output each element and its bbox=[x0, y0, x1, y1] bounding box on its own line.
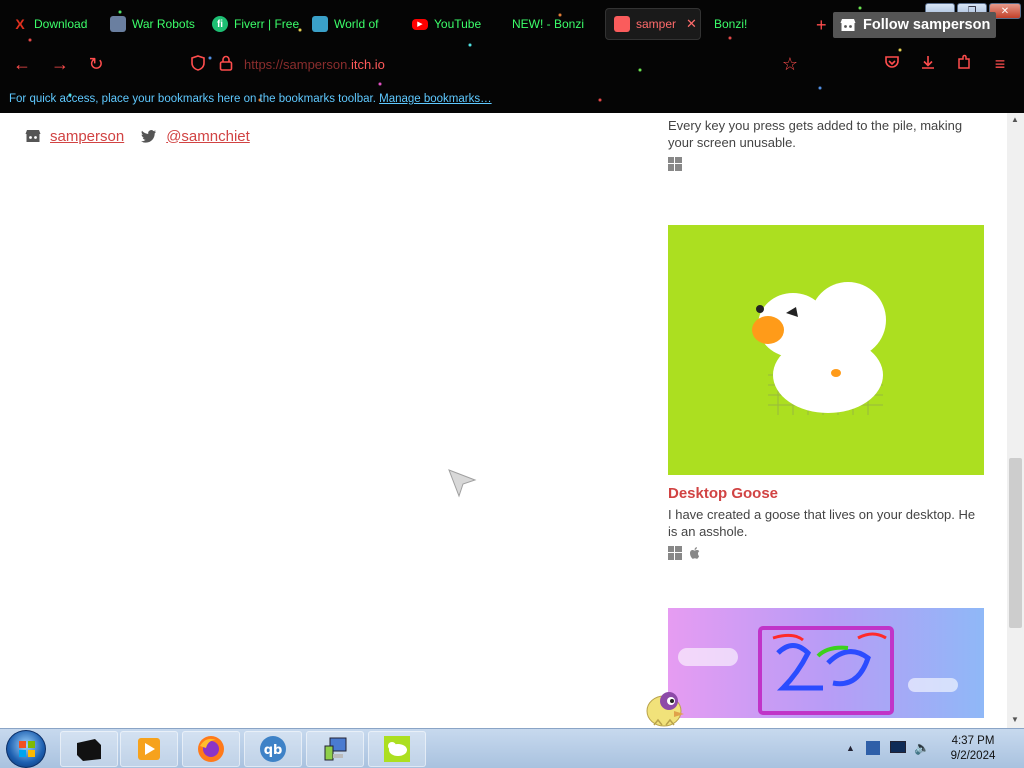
clock-time: 4:37 PM bbox=[951, 735, 995, 747]
tab-youtube[interactable]: ▶ YouTube bbox=[404, 8, 500, 40]
tab-download[interactable]: X Download bbox=[4, 8, 100, 40]
download-icon[interactable] bbox=[918, 54, 938, 74]
itch-profile-link[interactable]: samperson bbox=[24, 127, 124, 145]
display-icon[interactable] bbox=[890, 741, 906, 753]
star-icon[interactable]: ☆ bbox=[780, 54, 800, 74]
scroll-thumb[interactable] bbox=[1009, 458, 1022, 628]
windows-taskbar: qb ▲ 🔈 4:37 PM 9/2/2024 bbox=[0, 728, 1024, 768]
url-domain: itch.io bbox=[350, 57, 385, 72]
x-icon: X bbox=[15, 16, 25, 32]
game-card-desktop-goose[interactable]: Desktop Goose I have created a goose tha… bbox=[668, 225, 986, 560]
tab-samperson[interactable]: samper ✕ bbox=[605, 8, 701, 40]
tab-label: Download bbox=[34, 17, 88, 31]
lock-icon[interactable] bbox=[216, 54, 236, 74]
tab-label: War Robots bbox=[132, 17, 195, 31]
firefox-icon bbox=[198, 736, 224, 762]
author-links: samperson @samnchiet bbox=[24, 127, 266, 145]
cursor-arrow-icon bbox=[448, 469, 477, 498]
url-bar[interactable]: https://samperson.itch.io bbox=[244, 57, 385, 72]
game-list: Every key you press gets added to the pi… bbox=[668, 113, 986, 718]
media-player-icon bbox=[138, 738, 160, 760]
youtube-icon: ▶ bbox=[412, 18, 428, 30]
itchio-icon bbox=[614, 16, 630, 32]
bookmarks-hint: For quick access, place your bookmarks h… bbox=[9, 93, 376, 105]
tab-label: Fiverr | Free bbox=[234, 17, 300, 31]
url-prefix: https://samperson. bbox=[244, 57, 351, 72]
show-hidden-icons-icon[interactable]: ▲ bbox=[846, 743, 855, 753]
game-card-next[interactable] bbox=[668, 608, 986, 718]
taskbar-firefox[interactable] bbox=[182, 731, 240, 767]
taskbar-qbittorrent[interactable]: qb bbox=[244, 731, 302, 767]
game-cover-image[interactable] bbox=[668, 608, 984, 718]
desktop-goose-cover-image[interactable] bbox=[668, 225, 984, 475]
bookmarks-toolbar: For quick access, place your bookmarks h… bbox=[0, 88, 1024, 110]
twitter-handle[interactable]: @samnchiet bbox=[166, 128, 250, 145]
tab-world-of[interactable]: World of bbox=[304, 8, 400, 40]
volume-icon[interactable]: 🔈 bbox=[914, 740, 930, 756]
game-description: I have created a goose that lives on you… bbox=[668, 507, 976, 539]
forward-arrow-icon[interactable]: → bbox=[50, 54, 70, 74]
clock-date: 9/2/2024 bbox=[950, 750, 996, 762]
world-of-icon bbox=[312, 16, 328, 32]
tab-new-bonzi[interactable]: NEW! - Bonzi bbox=[504, 8, 600, 40]
manage-bookmarks-link[interactable]: Manage bookmarks… bbox=[379, 93, 492, 105]
svg-text:qb: qb bbox=[264, 743, 283, 758]
tab-label: Bonzi! bbox=[714, 17, 748, 31]
desktop-goose-icon bbox=[384, 736, 410, 762]
taskbar-terminal[interactable] bbox=[60, 731, 118, 767]
terminal-icon bbox=[77, 739, 101, 761]
twitter-bird-icon bbox=[141, 130, 157, 143]
system-clock[interactable]: 4:37 PM 9/2/2024 bbox=[934, 734, 1012, 764]
tab-strip: X Download War Robots fi Fiverr | Free W… bbox=[0, 4, 900, 40]
twitter-link[interactable]: @samnchiet bbox=[140, 127, 250, 145]
back-arrow-icon[interactable]: ← bbox=[12, 54, 32, 74]
hamburger-menu-icon[interactable]: ≡ bbox=[990, 54, 1010, 74]
tab-war-robots[interactable]: War Robots bbox=[102, 8, 202, 40]
game-card-key-pile[interactable]: Every key you press gets added to the pi… bbox=[668, 117, 986, 171]
extensions-icon[interactable] bbox=[954, 54, 974, 74]
network-icon[interactable] bbox=[866, 741, 880, 755]
tab-label: World of bbox=[334, 17, 379, 31]
taskbar-media-player[interactable] bbox=[120, 731, 178, 767]
tab-label: samper bbox=[636, 17, 677, 31]
game-title[interactable]: Desktop Goose bbox=[668, 485, 986, 502]
close-tab-icon[interactable]: ✕ bbox=[686, 16, 697, 32]
itch-profile-name[interactable]: samperson bbox=[50, 128, 124, 145]
page-content: samperson @samnchiet Every key you press… bbox=[0, 113, 1007, 728]
desktop-pet-character[interactable] bbox=[644, 687, 688, 728]
game-description: Every key you press gets added to the pi… bbox=[668, 118, 963, 150]
qbittorrent-icon: qb bbox=[260, 736, 286, 762]
navigation-toolbar: ← → ↻ https://samperson.itch.io ☆ ≡ bbox=[0, 46, 1024, 82]
tab-label: NEW! - Bonzi bbox=[512, 17, 585, 31]
platform-list bbox=[668, 546, 986, 560]
platform-list bbox=[668, 157, 986, 171]
follow-button[interactable]: Follow samperson bbox=[833, 12, 997, 38]
follow-label: Follow samperson bbox=[863, 17, 991, 33]
page-scrollbar[interactable]: ▲ ▼ bbox=[1007, 113, 1024, 728]
itchio-icon bbox=[25, 130, 41, 142]
new-tab-plus-icon[interactable]: + bbox=[816, 16, 827, 34]
scroll-up-arrow-icon[interactable]: ▲ bbox=[1011, 115, 1019, 124]
reload-icon[interactable]: ↻ bbox=[86, 54, 106, 74]
computer-icon bbox=[324, 737, 347, 761]
shield-icon[interactable] bbox=[188, 54, 208, 74]
war-robots-icon bbox=[110, 16, 126, 32]
fiverr-icon: fi bbox=[212, 16, 228, 32]
apple-icon bbox=[688, 546, 702, 560]
scroll-down-arrow-icon[interactable]: ▼ bbox=[1011, 715, 1019, 724]
tab-bonzi[interactable]: Bonzi! bbox=[706, 8, 802, 40]
start-orb-icon[interactable] bbox=[6, 730, 46, 768]
tab-label: YouTube bbox=[434, 17, 482, 31]
windows-icon bbox=[668, 157, 682, 171]
windows-icon bbox=[668, 546, 682, 560]
itchio-icon bbox=[840, 19, 856, 31]
pocket-icon[interactable] bbox=[882, 54, 902, 74]
taskbar-computer[interactable] bbox=[306, 731, 364, 767]
taskbar-desktop-goose[interactable] bbox=[368, 731, 426, 767]
tab-fiverr[interactable]: fi Fiverr | Free bbox=[204, 8, 302, 40]
